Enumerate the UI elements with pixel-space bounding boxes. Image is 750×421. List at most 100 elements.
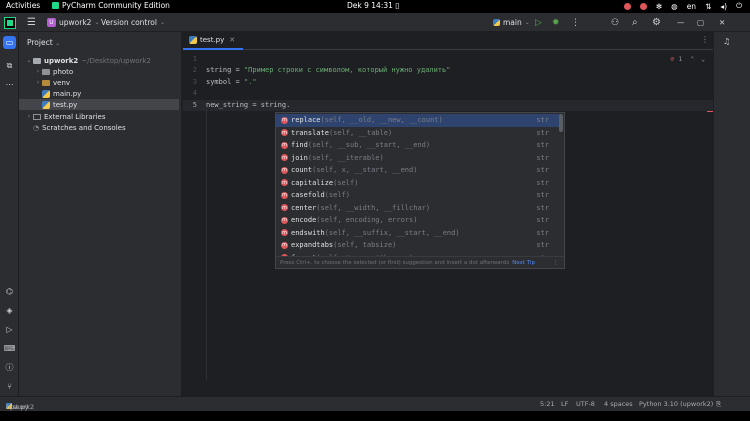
tree-item-scratches[interactable]: ◔ Scratches and Consoles <box>19 122 179 133</box>
completion-type: str <box>536 153 549 162</box>
string-literal: "." <box>243 78 257 86</box>
chevron-up-icon[interactable]: ⌃ <box>690 55 694 63</box>
tree-item-venv[interactable]: › venv <box>19 77 179 88</box>
completion-item[interactable]: m count (self, x, __start, __end) str <box>276 164 559 177</box>
window-close-icon[interactable]: ✕ <box>719 13 725 32</box>
project-panel-header[interactable]: Project ⌄ <box>27 38 60 47</box>
completion-item[interactable]: m encode (self, encoding, errors) str <box>276 214 559 227</box>
layers-icon[interactable]: ◈ <box>3 304 16 317</box>
chevron-down-icon[interactable]: ⌄ <box>701 55 705 63</box>
file-encoding[interactable]: UTF-8 <box>576 400 595 408</box>
python-file-icon <box>42 100 50 109</box>
more-tools-icon[interactable]: ⋯ <box>3 78 16 91</box>
completion-type: str <box>536 128 549 137</box>
completion-item[interactable]: m expandtabs (self, tabsize) str <box>276 239 559 252</box>
python-packages-icon[interactable]: ⌬ <box>3 285 16 298</box>
tree-item-main-py[interactable]: main.py <box>19 88 179 99</box>
tree-item-root[interactable]: ⌄ upwork2 ~/Desktop/upwork2 <box>19 55 179 66</box>
notifications-icon[interactable]: ♫ <box>723 37 730 46</box>
lock-icon[interactable]: ⎘ <box>716 400 721 409</box>
tree-item-photo[interactable]: › photo <box>19 66 179 77</box>
completion-type: str <box>536 241 549 250</box>
completion-signature: (self, __suffix, __start, __end) <box>324 228 460 237</box>
app-menu[interactable]: PyCharm Community Edition <box>52 1 170 10</box>
completion-item[interactable]: m join (self, __iterable) str <box>276 152 559 165</box>
tab-close-icon[interactable]: ✕ <box>229 36 235 44</box>
code-text: string = <box>206 66 244 74</box>
completion-item[interactable]: m casefold (self) str <box>276 189 559 202</box>
extension-icon: ✻ <box>655 1 663 11</box>
completion-signature: (self) <box>324 191 351 200</box>
project-panel-title: Project <box>27 38 53 47</box>
completion-item[interactable]: m find (self, __sub, __start, __end) str <box>276 139 559 152</box>
run-config-name: main <box>503 18 522 27</box>
git-icon[interactable]: ⑂ <box>3 380 16 393</box>
problems-icon[interactable]: ⓘ <box>3 361 16 374</box>
main-menu-icon[interactable]: ☰ <box>27 13 36 32</box>
tree-item-label: venv <box>53 78 71 87</box>
completion-signature: (self, __table) <box>328 128 393 137</box>
window-minimize-icon[interactable]: — <box>677 13 685 32</box>
completion-name: endswith <box>291 228 325 237</box>
completion-item[interactable]: m translate (self, __table) str <box>276 127 559 140</box>
indent-setting[interactable]: 4 spaces <box>604 400 633 408</box>
completion-item[interactable]: m replace (self, __old, __new, __count) str <box>276 114 559 127</box>
window-maximize-icon[interactable]: ▢ <box>697 13 704 32</box>
error-count: 1 <box>678 55 683 63</box>
method-icon: m <box>281 191 288 199</box>
debug-icon[interactable]: ✹ <box>552 13 560 32</box>
popup-scrollbar[interactable] <box>559 114 563 132</box>
method-icon: m <box>281 204 288 212</box>
completion-name: center <box>291 203 317 212</box>
tab-test-py[interactable]: test.py ✕ <box>183 32 244 50</box>
completion-signature: (self, __iterable) <box>307 153 384 162</box>
tree-item-label: upwork2 <box>44 56 79 65</box>
project-panel: Project ⌄ ⌄ upwork2 ~/Desktop/upwork2 › … <box>19 32 182 396</box>
system-tray[interactable]: ✻ ◍ en ⇅ ◂) ⏻ <box>623 1 742 11</box>
tab-label: test.py <box>200 36 225 44</box>
line-number: 2 <box>192 66 197 74</box>
language-indicator[interactable]: en <box>687 2 696 11</box>
code-completion-popup[interactable]: m replace (self, __old, __new, __count) str… <box>275 112 565 269</box>
caret-position[interactable]: 5:21 <box>540 400 555 408</box>
python-interpreter[interactable]: Python 3.10 (upwork2) <box>639 400 713 408</box>
right-tool-stripe: ♫ <box>713 32 750 396</box>
run-tool-icon[interactable]: ▷ <box>3 323 16 336</box>
expand-arrow-icon: ⌄ <box>26 57 32 64</box>
code-with-me-icon[interactable]: ⚇ <box>611 13 619 32</box>
pycharm-logo <box>4 13 16 32</box>
structure-tool-icon[interactable]: ⧉ <box>3 59 16 72</box>
next-tip-link[interactable]: Next Tip <box>512 260 535 266</box>
project-switcher[interactable]: U upwork2 ⌄ <box>47 13 99 32</box>
project-tool-icon[interactable]: ▭ <box>3 36 16 49</box>
tab-options-icon[interactable]: ⋮ <box>701 35 709 44</box>
terminal-icon[interactable]: ⌨ <box>3 342 16 355</box>
collapsed-arrow-icon: › <box>27 113 31 120</box>
completion-item[interactable]: m center (self, __width, __fillchar) str <box>276 202 559 215</box>
completion-item[interactable]: m capitalize (self) str <box>276 177 559 190</box>
search-icon[interactable]: ⌕ <box>632 13 638 32</box>
inspection-widget[interactable]: ⊘ 1 ⌃ ⌄ <box>671 55 705 63</box>
completion-signature: (self, x, __start, __end) <box>312 166 418 175</box>
folder-icon <box>42 79 50 86</box>
version-control-label: Version control <box>101 18 157 27</box>
tree-item-external-libraries[interactable]: › External Libraries <box>19 111 179 122</box>
clock[interactable]: Dek 9 14:31 ▯ <box>347 1 399 10</box>
collapsed-arrow-icon: › <box>36 68 40 75</box>
run-icon[interactable]: ▷ <box>535 13 542 32</box>
line-number: 5 <box>192 101 197 109</box>
completion-type: str <box>536 166 549 175</box>
settings-gear-icon[interactable]: ⚙ <box>652 13 661 32</box>
tree-item-test-py[interactable]: test.py <box>19 99 179 110</box>
run-config-selector[interactable]: main ⌄ <box>493 13 530 32</box>
line-separator[interactable]: LF <box>561 400 568 408</box>
power-icon: ⏻ <box>736 1 742 10</box>
breadcrumb-file[interactable]: test.py <box>6 403 29 411</box>
more-actions-icon[interactable]: ⋮ <box>571 13 580 32</box>
activities-button[interactable]: Activities <box>6 1 40 10</box>
method-icon: m <box>281 216 288 224</box>
version-control-menu[interactable]: Version control ⌄ <box>101 13 165 32</box>
completion-options-icon[interactable]: ⋮ <box>553 260 559 266</box>
completion-signature: (self) <box>333 178 359 187</box>
completion-item[interactable]: m endswith (self, __suffix, __start, __end… <box>276 227 559 240</box>
